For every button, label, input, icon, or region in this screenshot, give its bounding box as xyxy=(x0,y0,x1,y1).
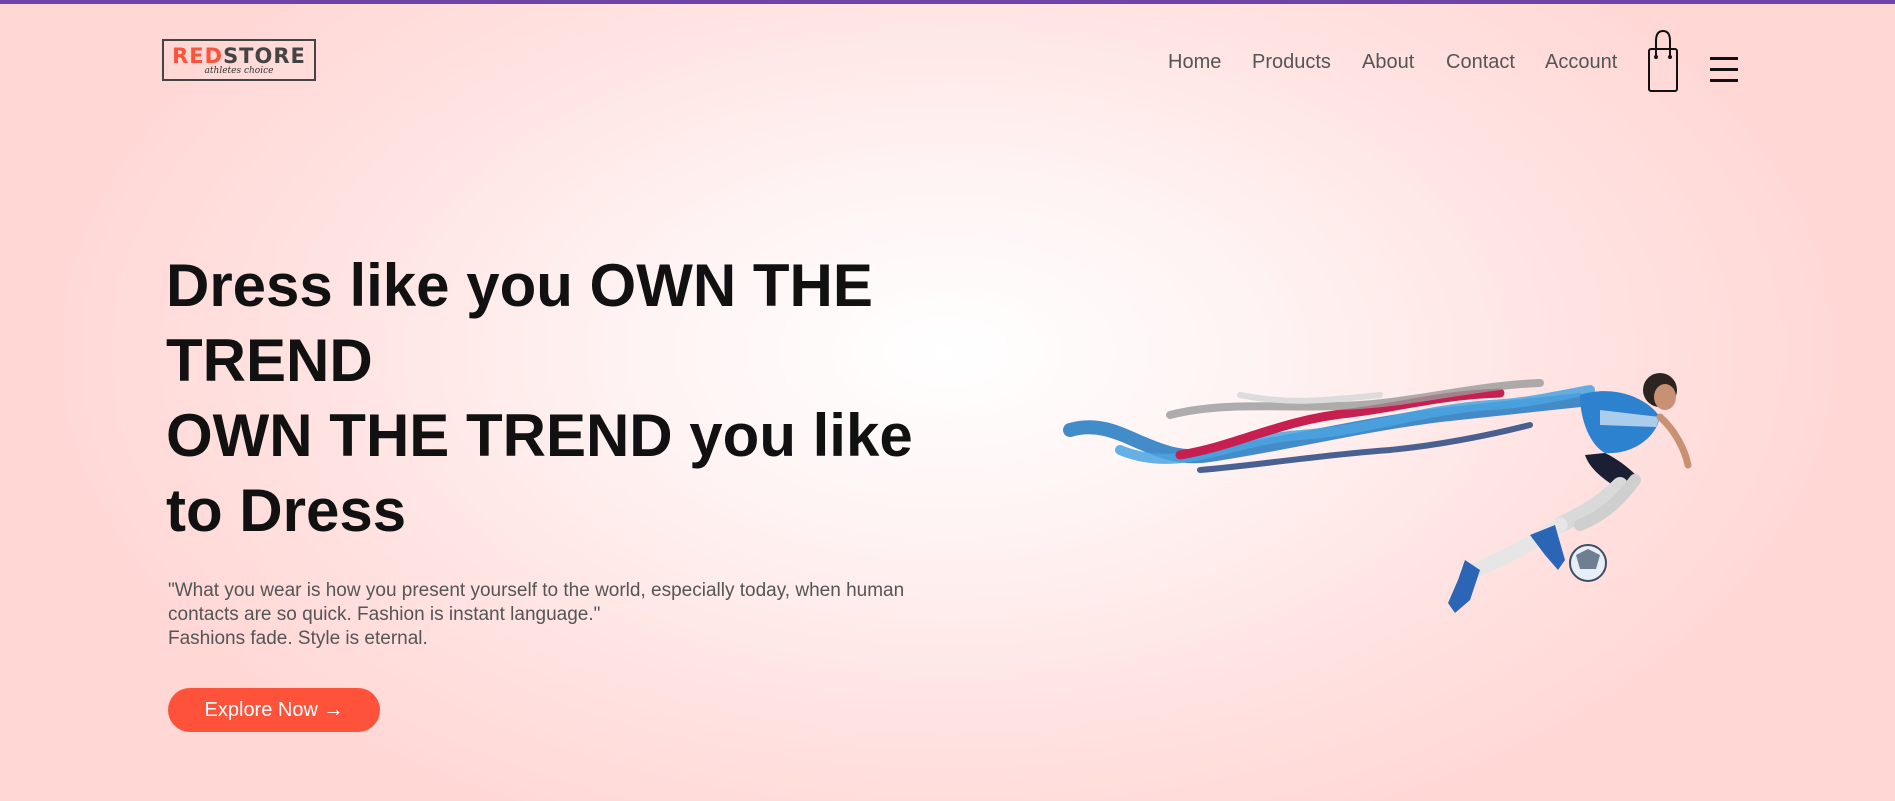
hero-title-line: OWN THE TREND you like xyxy=(166,402,913,469)
explore-now-button[interactable]: Explore Now → xyxy=(168,688,380,732)
hero-title-line: Dress like you OWN THE xyxy=(166,252,873,319)
hero-quote-line: "What you wear is how you present yourse… xyxy=(168,580,905,601)
nav-about[interactable]: About xyxy=(1362,51,1414,74)
footballer-with-ribbons-image xyxy=(1060,355,1700,675)
nav-contact[interactable]: Contact xyxy=(1446,51,1515,74)
hamburger-menu-icon[interactable] xyxy=(1710,57,1740,89)
main-nav: Home Products About Contact Account xyxy=(0,51,1895,81)
hero-title: Dress like you OWN THE TREND OWN THE TRE… xyxy=(166,248,926,548)
navbar: REDSTORE athletes choice Home Products A… xyxy=(0,0,1895,110)
hero-title-line: to Dress xyxy=(166,477,407,544)
hero-quote-line: contacts are so quick. Fashion is instan… xyxy=(168,604,601,625)
shopping-bag-icon[interactable] xyxy=(1646,27,1680,95)
hero-quote: "What you wear is how you present yourse… xyxy=(168,579,968,651)
nav-home[interactable]: Home xyxy=(1168,51,1221,74)
nav-products[interactable]: Products xyxy=(1252,51,1331,74)
hero-title-line: TREND xyxy=(166,327,373,394)
nav-account[interactable]: Account xyxy=(1545,51,1617,74)
hero-quote-line: Fashions fade. Style is eternal. xyxy=(168,628,428,649)
